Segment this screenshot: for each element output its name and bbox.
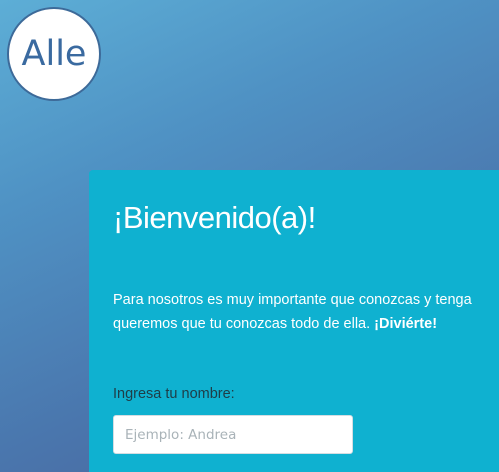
logo-text: Alle bbox=[21, 34, 87, 74]
intro-emphasis: ¡Diviérte! bbox=[374, 316, 438, 332]
alle-logo: Alle bbox=[7, 7, 101, 101]
welcome-title: ¡Bienvenido(a)! bbox=[113, 200, 316, 235]
name-label: Ingresa tu nombre: bbox=[113, 386, 235, 402]
intro-line-2-text: queremos que tu conozcas todo de ella. bbox=[113, 316, 375, 332]
intro-line-2: queremos que tu conozcas todo de ella. ¡… bbox=[113, 312, 499, 336]
intro-text: Para nosotros es muy importante que cono… bbox=[113, 288, 499, 336]
name-input[interactable] bbox=[113, 415, 353, 454]
welcome-card: ¡Bienvenido(a)! Para nosotros es muy imp… bbox=[89, 170, 499, 472]
intro-line-1: Para nosotros es muy importante que cono… bbox=[113, 292, 472, 308]
